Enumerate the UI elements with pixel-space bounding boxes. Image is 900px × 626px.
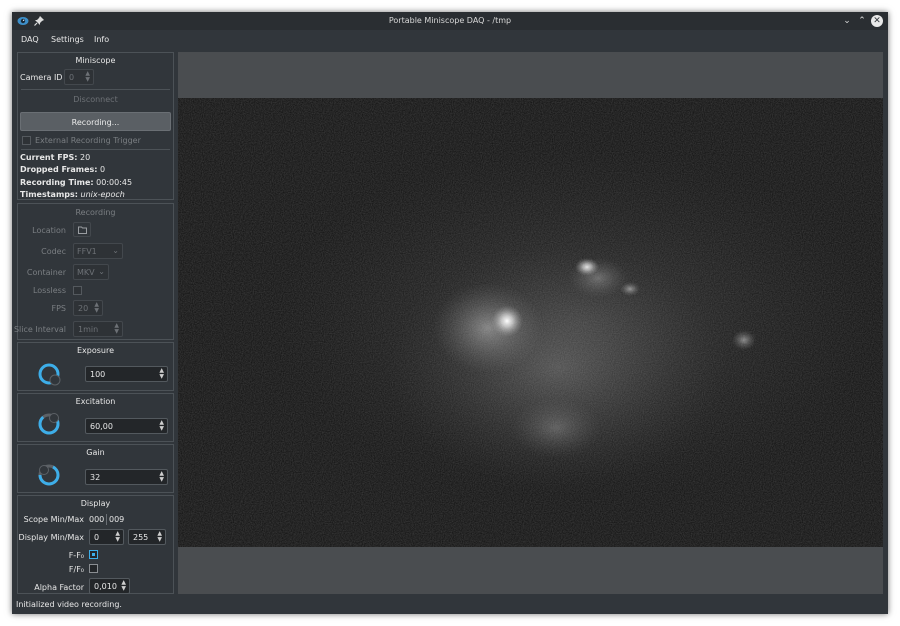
display-min-spinbox[interactable]: 0 ▲ ▼ — [89, 529, 124, 545]
exposure-header: Exposure — [76, 346, 115, 355]
recording-header: Recording — [75, 208, 116, 217]
status-bar-text: Initialized video recording. — [16, 600, 122, 609]
scope-max-value: 009 — [109, 515, 125, 524]
recording-button[interactable]: Recording... — [20, 112, 171, 131]
codec-select[interactable]: FFV1 ⌄ — [73, 243, 123, 259]
divider — [106, 514, 107, 525]
menu-daq[interactable]: DAQ — [21, 35, 39, 44]
excitation-spinbox[interactable]: 60,00 ▲ ▼ — [85, 418, 168, 434]
current-fps-readout: Current FPS: 20 — [20, 153, 91, 162]
location-folder-button[interactable] — [73, 222, 91, 237]
external-trigger-checkbox[interactable] — [22, 136, 31, 145]
container-label: Container — [26, 268, 66, 277]
codec-label: Codec — [41, 247, 66, 256]
display-panel: Display Scope Min/Max 000 009 Display Mi… — [17, 495, 174, 594]
spin-arrows-icon: ▲ ▼ — [159, 470, 164, 483]
ff0-label: F-F₀ — [68, 551, 84, 560]
menu-settings[interactable]: Settings — [51, 35, 84, 44]
f-over-f0-checkbox[interactable] — [89, 564, 98, 573]
fps-label: FPS — [51, 304, 66, 313]
alpha-factor-spinbox[interactable]: 0,010 ▲ ▼ — [89, 578, 130, 594]
slice-interval-label: Slice Interval — [13, 325, 66, 334]
excitation-panel: Excitation 60,00 ▲ ▼ — [17, 393, 174, 442]
recording-panel: Recording Location Codec FFV1 ⌄ Container… — [13, 203, 174, 340]
miniscope-header: Miniscope — [75, 56, 116, 65]
gain-spinbox[interactable]: 32 ▲ ▼ — [85, 469, 168, 485]
display-header: Display — [80, 499, 111, 508]
slice-interval-spinbox[interactable]: 1min ▲ ▼ — [73, 321, 123, 337]
alpha-factor-label: Alpha Factor — [34, 583, 84, 592]
spin-arrows-icon: ▲ ▼ — [159, 419, 164, 432]
minimize-chevron-icon[interactable]: ⌄ — [840, 14, 854, 28]
gain-header: Gain — [86, 448, 105, 457]
spin-arrows-icon: ▲ ▼ — [94, 301, 99, 314]
gain-dial[interactable] — [36, 462, 62, 488]
divider — [21, 149, 170, 150]
display-minmax-label: Display Min/Max — [18, 533, 84, 542]
spin-arrows-icon: ▲ ▼ — [121, 579, 126, 592]
scope-min-value: 000 — [89, 515, 105, 524]
maximize-chevron-icon[interactable]: ⌃ — [855, 14, 869, 28]
recording-time-readout: Recording Time: 00:00:45 — [20, 178, 133, 187]
disconnect-button[interactable]: Disconnect — [20, 92, 171, 108]
spin-arrows-icon: ▲ ▼ — [85, 70, 90, 83]
spin-arrows-icon: ▲ ▼ — [115, 530, 120, 543]
exposure-dial[interactable] — [36, 361, 62, 387]
main-window: Portable Miniscope DAQ - /tmp ⌄ ⌃ ✕ DAQ … — [12, 12, 888, 614]
title-bar: Portable Miniscope DAQ - /tmp ⌄ ⌃ ✕ — [12, 12, 888, 30]
excitation-header: Excitation — [75, 397, 116, 406]
display-max-spinbox[interactable]: 255 ▲ ▼ — [128, 529, 166, 545]
fps-spinbox[interactable]: 20 ▲ ▼ — [73, 300, 103, 316]
exposure-spinbox[interactable]: 100 ▲ ▼ — [85, 366, 168, 382]
divider — [21, 89, 170, 90]
menu-bar: DAQ Settings Info — [12, 30, 888, 48]
folder-icon — [77, 226, 87, 234]
external-trigger-label: External Recording Trigger — [35, 136, 141, 145]
window-title: Portable Miniscope DAQ - /tmp — [388, 16, 512, 25]
lossless-checkbox[interactable] — [73, 286, 82, 295]
container-select[interactable]: MKV ⌄ — [73, 264, 109, 280]
spin-arrows-icon: ▲ ▼ — [157, 530, 162, 543]
ff0-checkbox[interactable] — [89, 550, 98, 559]
scope-minmax-label: Scope Min/Max — [23, 515, 84, 524]
f-over-f0-label: F/F₀ — [68, 565, 84, 574]
spin-arrows-icon: ▲ ▼ — [114, 322, 119, 335]
lossless-label: Lossless — [32, 286, 66, 295]
video-preview-area[interactable] — [178, 52, 883, 594]
menu-info[interactable]: Info — [94, 35, 109, 44]
spin-arrows-icon: ▲ ▼ — [159, 367, 164, 380]
close-icon[interactable]: ✕ — [871, 15, 883, 27]
camera-id-label: Camera ID — [20, 73, 63, 82]
gain-panel: Gain 32 ▲ ▼ — [17, 444, 174, 493]
location-label: Location — [32, 226, 66, 235]
dropped-frames-readout: Dropped Frames: 0 — [20, 165, 106, 174]
chevron-down-icon: ⌄ — [98, 267, 105, 276]
chevron-down-icon: ⌄ — [112, 246, 119, 255]
timestamps-readout: Timestamps: unix-epoch — [20, 190, 125, 199]
excitation-dial[interactable] — [36, 411, 62, 437]
camera-id-spinbox[interactable]: 0 ▲ ▼ — [64, 69, 94, 85]
miniscope-video-frame[interactable] — [178, 98, 883, 547]
exposure-panel: Exposure 100 ▲ ▼ — [17, 342, 174, 391]
miniscope-panel: Miniscope Camera ID 0 ▲ ▼ Disconnect Reco… — [17, 52, 174, 200]
